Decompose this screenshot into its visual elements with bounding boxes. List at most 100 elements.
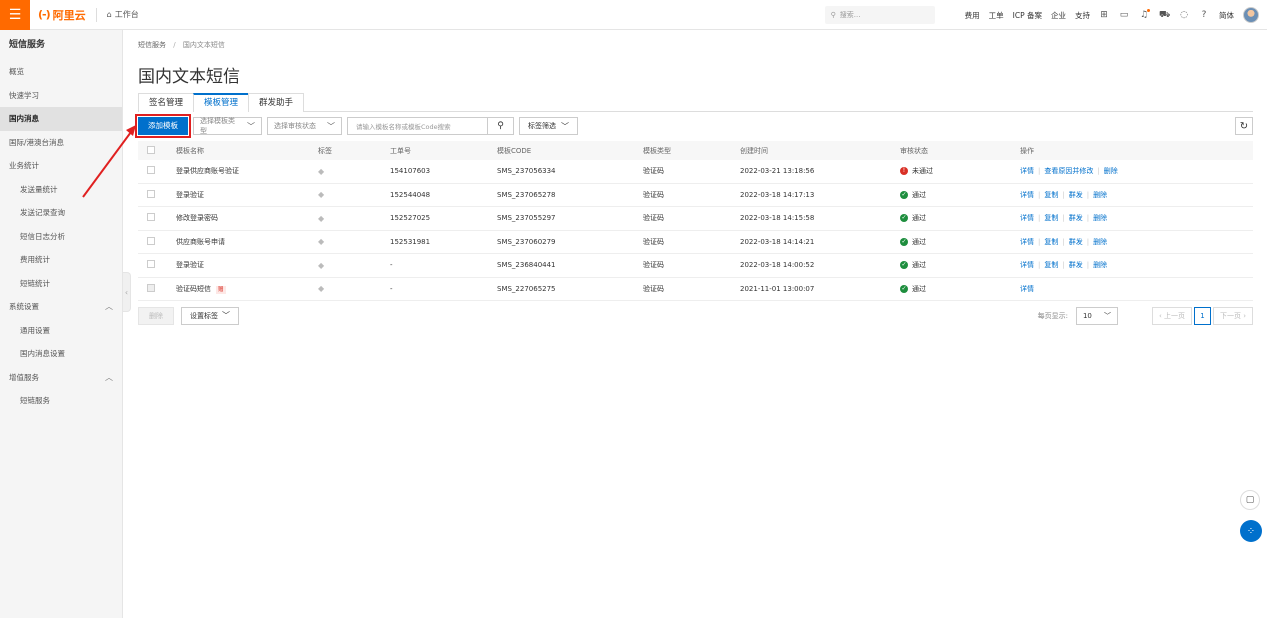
template-code: SMS_237056334 — [497, 167, 556, 176]
sidebar-item-send-volume[interactable]: 发送量统计 — [0, 178, 122, 202]
sidebar-item-general-settings[interactable]: 通用设置 — [0, 319, 122, 343]
op-separator: | — [1062, 237, 1065, 246]
row-checkbox[interactable] — [147, 166, 155, 175]
row-checkbox[interactable] — [147, 189, 155, 198]
sidebar-item-value-added[interactable]: 增值服务 ︿ — [0, 366, 122, 390]
workbench-label: 工作台 — [114, 10, 139, 19]
sidebar-item-overview[interactable]: 概览 — [0, 60, 122, 84]
user-avatar[interactable] — [1243, 7, 1259, 23]
table-header: 模板名称 标签 工单号 模板CODE 模板类型 创建时间 审核状态 操作 — [138, 141, 1253, 160]
row-checkbox[interactable] — [147, 213, 155, 222]
tag-icon[interactable]: ◆ — [318, 237, 324, 246]
tag-icon[interactable]: ◆ — [318, 284, 324, 293]
tag-icon[interactable]: ◆ — [318, 261, 324, 270]
location-icon[interactable]: ◌ — [1179, 10, 1189, 20]
workbench-link[interactable]: ⌂ 工作台 — [107, 9, 139, 20]
top-link-enterprise[interactable]: 企业 — [1051, 10, 1066, 21]
set-tag-button[interactable]: 设置标签 ﹀ — [181, 306, 239, 325]
aliyun-logo[interactable]: (-) 阿里云 — [38, 7, 86, 23]
sidebar-item-send-records[interactable]: 发送记录查询 — [0, 201, 122, 225]
tag-icon[interactable]: ◆ — [318, 167, 324, 176]
sidebar-item-system-settings[interactable]: 系统设置 ︿ — [0, 295, 122, 319]
sidebar-item-quick-learn[interactable]: 快速学习 — [0, 84, 122, 108]
sidebar-item-shortlink-service[interactable]: 短链服务 — [0, 389, 122, 413]
app-icon[interactable]: ⊞ — [1099, 10, 1109, 20]
details-link[interactable]: 详情 — [1020, 214, 1034, 222]
add-template-button[interactable]: 添加模板 — [135, 114, 191, 138]
copy-link[interactable]: 复制 — [1044, 261, 1058, 269]
view-reason-link[interactable]: 查看原因并修改 — [1044, 167, 1093, 175]
sidebar-item-fee-stats[interactable]: 费用统计 — [0, 248, 122, 272]
delete-link[interactable]: 删除 — [1093, 214, 1107, 222]
delete-link[interactable]: 删除 — [1093, 238, 1107, 246]
template-type: 验证码 — [643, 261, 664, 270]
tab-signature-management[interactable]: 签名管理 — [138, 93, 195, 112]
tag-cell: ◆ — [318, 261, 390, 270]
template-type-select[interactable]: 选择模板类型 ﹀ — [193, 117, 262, 135]
row-checkbox[interactable] — [147, 260, 155, 269]
sidebar-item-domestic-settings[interactable]: 国内消息设置 — [0, 342, 122, 366]
cart-icon[interactable]: ⛟ — [1159, 10, 1170, 21]
breadcrumb: 短信服务 / 国内文本短信 — [138, 40, 1253, 50]
bulk-send-link[interactable]: 群发 — [1069, 214, 1083, 222]
tag-icon[interactable]: ◆ — [318, 190, 324, 199]
delete-link[interactable]: 删除 — [1093, 191, 1107, 199]
bulk-send-link[interactable]: 群发 — [1069, 191, 1083, 199]
template-search-input[interactable]: 请输入模板名称或模板Code搜索 — [347, 117, 488, 135]
details-link[interactable]: 详情 — [1020, 191, 1034, 199]
details-link[interactable]: 详情 — [1020, 238, 1034, 246]
checkbox[interactable] — [147, 145, 155, 154]
bulk-send-link[interactable]: 群发 — [1069, 261, 1083, 269]
sidebar-title: 短信服务 — [9, 40, 46, 50]
breadcrumb-root[interactable]: 短信服务 — [138, 41, 166, 49]
page-size-select[interactable]: 10 ﹀ — [1075, 306, 1118, 325]
global-search-input[interactable]: ⚲ 搜索... — [824, 6, 935, 24]
row-checkbox[interactable] — [147, 236, 155, 245]
bell-icon[interactable]: ♫ — [1139, 9, 1150, 20]
select-all-checkbox[interactable] — [138, 145, 176, 156]
tag-filter-dropdown[interactable]: 标签筛选 ﹀ — [519, 117, 578, 135]
status-text: 通过 — [912, 284, 926, 293]
hamburger-menu-icon[interactable]: ☰ — [0, 0, 30, 30]
copy-link[interactable]: 复制 — [1044, 238, 1058, 246]
bulk-send-link[interactable]: 群发 — [1069, 238, 1083, 246]
search-button[interactable]: ⚲ — [488, 117, 514, 135]
sidebar-item-log-analysis[interactable]: 短信日志分析 — [0, 225, 122, 249]
top-link-icp[interactable]: ICP 备案 — [1013, 10, 1042, 21]
help-icon[interactable]: ? — [1199, 10, 1209, 20]
tab-bulk-assistant[interactable]: 群发助手 — [248, 93, 305, 112]
sidebar-item-international-messages[interactable]: 国际/港澳台消息 — [0, 131, 122, 155]
language-switch[interactable]: 简体 — [1219, 10, 1234, 21]
set-tag-label: 设置标签 — [190, 311, 218, 320]
top-link-fees[interactable]: 费用 — [965, 10, 980, 21]
sidebar-item-shortlink-stats[interactable]: 短链统计 — [0, 272, 122, 296]
apps-grid-icon[interactable]: ⁘ — [1240, 520, 1262, 542]
review-status-select[interactable]: 选择审核状态 ﹀ — [267, 117, 342, 135]
prev-page-button[interactable]: ‹ 上一页 — [1151, 306, 1192, 325]
tab-template-management[interactable]: 模板管理 — [193, 93, 250, 112]
sidebar-item-business-stats[interactable]: 业务统计 — [0, 154, 122, 178]
details-link[interactable]: 详情 — [1020, 167, 1034, 175]
copy-link[interactable]: 复制 — [1044, 214, 1058, 222]
details-link[interactable]: 详情 — [1020, 261, 1034, 269]
template-name: 登录供应商账号验证 — [176, 167, 239, 176]
next-page-button[interactable]: 下一页 › — [1212, 306, 1253, 325]
row-checkbox-cell — [138, 260, 176, 270]
top-link-tickets[interactable]: 工单 — [989, 10, 1004, 21]
review-status: ✓ 通过 — [900, 260, 1020, 270]
sidebar-item-domestic-messages[interactable]: 国内消息 — [0, 107, 122, 131]
top-link-support[interactable]: 支持 — [1075, 10, 1090, 21]
details-link[interactable]: 详情 — [1020, 285, 1034, 293]
page-number-button[interactable]: 1 — [1193, 306, 1211, 325]
template-name: 修改登录密码 — [176, 214, 218, 223]
delete-link[interactable]: 删除 — [1093, 261, 1107, 269]
chat-icon[interactable]: ▢ — [1240, 490, 1260, 510]
op-separator: | — [1062, 190, 1065, 199]
tab-bar: 签名管理 模板管理 群发助手 — [138, 93, 1253, 112]
copy-link[interactable]: 复制 — [1044, 191, 1058, 199]
refresh-button[interactable]: ↻ — [1235, 117, 1253, 135]
sidebar-collapse-handle[interactable]: ‹ — [123, 272, 131, 312]
tag-icon[interactable]: ◆ — [318, 214, 324, 223]
terminal-icon[interactable]: ▭ — [1119, 10, 1129, 20]
delete-link[interactable]: 删除 — [1104, 167, 1118, 175]
